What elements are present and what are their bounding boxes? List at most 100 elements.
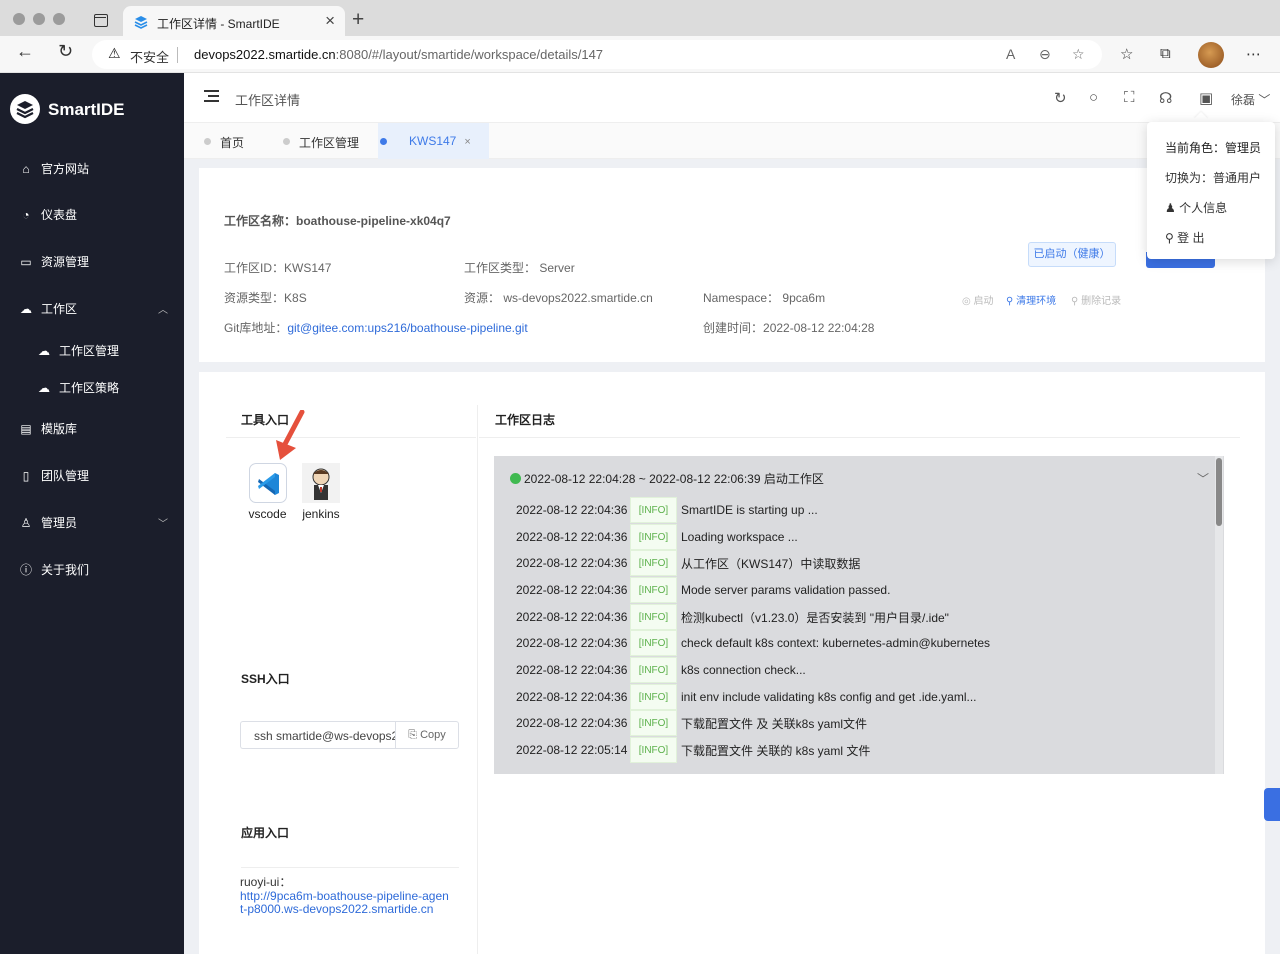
log-row: 2022-08-12 22:04:36 [INFO] 下载配置文件 及 关联k8s …: [516, 710, 867, 736]
ssh-title: SSH入口: [241, 672, 290, 686]
close-tab-icon[interactable]: ×: [464, 136, 470, 148]
user-avatar-icon[interactable]: ▣: [1199, 89, 1213, 107]
warning-icon[interactable]: ⚠: [108, 45, 121, 62]
log-timestamp: 2022-08-12 22:04:36: [516, 716, 628, 730]
new-tab-icon[interactable]: +: [352, 8, 364, 32]
log-level: [INFO]: [630, 577, 677, 603]
chevron-down-icon[interactable]: ﹀: [1197, 470, 1209, 487]
app-url-link[interactable]: http://9pca6m-boathouse-pipeline-agent-p…: [240, 889, 450, 917]
log-timestamp: 2022-08-12 22:05:14: [516, 743, 628, 757]
menu-toggle-icon[interactable]: [204, 90, 219, 102]
resource: 资源： ws-devops2022.smartide.cn: [464, 289, 653, 306]
log-row: 2022-08-12 22:04:36 [INFO] Mode server par…: [516, 577, 890, 603]
profile-item[interactable]: ♟ 个人信息: [1165, 199, 1227, 216]
sidebar-item-label: 模版库: [41, 422, 78, 436]
zoom-out-icon[interactable]: ⊖: [1039, 46, 1051, 63]
sidebar-item-workspace[interactable]: ☁ 工作区 ︿: [18, 300, 168, 317]
logout-item[interactable]: ⚲ 登 出: [1165, 229, 1204, 246]
tools-divider: [226, 437, 476, 438]
app-entry: ruoyi-ui： http://9pca6m-boathouse-pipeli…: [240, 875, 450, 917]
log-message: Loading workspace ...: [681, 530, 798, 544]
tab-workspace-manage[interactable]: 工作区管理: [281, 123, 377, 159]
user-menu-trigger[interactable]: 徐磊 ﹀: [1231, 91, 1270, 108]
reload-icon[interactable]: ↻: [58, 41, 73, 62]
vscode-icon: [248, 463, 287, 503]
column-divider: [477, 405, 478, 954]
clean-env-action[interactable]: ⚲ 清理环境: [1006, 292, 1056, 307]
tab-label: 首页: [220, 136, 245, 150]
url-field[interactable]: ⚠ 不安全 devops2022.smartide.cn:8080/#/layo…: [92, 40, 1102, 69]
app-divider: [241, 867, 459, 868]
resource-type-value: K8S: [284, 291, 307, 305]
close-window-icon[interactable]: [13, 13, 25, 25]
sidebar-item-resources[interactable]: ▭ 资源管理: [18, 253, 168, 270]
url-separator: [177, 47, 178, 63]
profile-label: 个人信息: [1179, 201, 1228, 215]
sidebar-item-team[interactable]: ▯ 团队管理: [18, 467, 168, 484]
log-level: [INFO]: [630, 710, 677, 736]
log-group-header[interactable]: 2022-08-12 22:04:28 ~ 2022-08-12 22:06:3…: [510, 470, 824, 487]
browser-titlebar: 工作区详情 - SmartIDE × +: [0, 0, 1280, 38]
tab-home[interactable]: 首页: [202, 123, 268, 159]
favorites-icon[interactable]: ☆: [1120, 45, 1133, 63]
close-tab-icon[interactable]: ×: [325, 11, 335, 31]
log-timestamp: 2022-08-12 22:04:36: [516, 556, 628, 570]
maximize-window-icon[interactable]: [53, 13, 65, 25]
collections-icon[interactable]: ⧉: [1160, 45, 1171, 62]
sidebar-item-label: 工作区: [41, 302, 78, 316]
copy-button[interactable]: ⎘ Copy: [395, 721, 459, 749]
ssh-command-field[interactable]: ssh smartide@ws-devops2022.smartide.cn: [240, 721, 395, 749]
log-level: [INFO]: [630, 550, 677, 576]
sidebar-item-admin[interactable]: ♙ 管理员 ﹀: [18, 514, 168, 531]
git-repo-link[interactable]: git@gitee.com:ups216/boathouse-pipeline.…: [287, 321, 527, 335]
tool-label: vscode: [248, 507, 287, 521]
sidebar-item-templates[interactable]: ▤ 模版库: [18, 420, 168, 437]
log-row: 2022-08-12 22:04:36 [INFO] k8s connection …: [516, 657, 806, 683]
tab-kws147[interactable]: KWS147 ×: [378, 123, 489, 159]
read-aloud-icon[interactable]: A: [1006, 46, 1015, 62]
minimize-window-icon[interactable]: [33, 13, 45, 25]
tab-overview-icon[interactable]: [94, 14, 108, 27]
sidebar-item-workspace-policy[interactable]: ☁ 工作区策略: [36, 379, 186, 396]
delete-record-action[interactable]: ⚲ 删除记录: [1071, 292, 1121, 307]
sidebar-item-website[interactable]: ⌂ 官方网站: [18, 160, 168, 177]
log-scrollbar-thumb[interactable]: [1216, 458, 1222, 526]
sidebar-item-dashboard[interactable]: ◔ 仪表盘: [18, 206, 168, 223]
log-timestamp: 2022-08-12 22:04:36: [516, 690, 628, 704]
logout-label: 登 出: [1177, 231, 1205, 245]
resource-value: ws-devops2022.smartide.cn: [503, 291, 653, 305]
start-action[interactable]: ◎ 启动: [962, 292, 994, 307]
browser-tab[interactable]: 工作区详情 - SmartIDE ×: [123, 6, 345, 38]
browser-profile-avatar[interactable]: [1198, 42, 1224, 68]
success-check-icon: [510, 473, 521, 484]
back-icon[interactable]: ←: [16, 41, 34, 62]
app-title: 应用入口: [241, 826, 290, 840]
copy-icon: ⎘: [408, 729, 418, 741]
fullscreen-icon[interactable]: ⛶: [1124, 89, 1135, 106]
refresh-icon[interactable]: ↻: [1054, 89, 1067, 107]
log-scrollbar[interactable]: [1215, 456, 1223, 774]
start-label: 启动: [973, 296, 994, 307]
smartide-logo-icon: [10, 94, 40, 124]
workspace-name-value: boathouse-pipeline-xk04q7: [296, 214, 451, 228]
sidebar-item-workspace-manage[interactable]: ☁ 工作区管理: [36, 342, 186, 359]
log-message: 检测kubectl（v1.23.0）是否安装到 "用户目录/.ide": [681, 610, 949, 625]
tool-jenkins[interactable]: jenkins: [300, 463, 342, 521]
more-icon[interactable]: ⋯: [1246, 45, 1261, 63]
log-row: 2022-08-12 22:05:14 [INFO] 下载配置文件 关联的 k8s …: [516, 737, 870, 763]
sidebar: SmartIDE ⌂ 官方网站 ◔ 仪表盘 ▭ 资源管理 ☁ 工作区 ︿ ☁ 工作区管理 ☁…: [0, 73, 184, 954]
headset-icon[interactable]: ☊: [1159, 89, 1172, 107]
search-icon[interactable]: ○: [1089, 89, 1098, 106]
switch-role-item[interactable]: 切换为：普通用户: [1165, 169, 1261, 186]
workspace-id-value: KWS147: [284, 261, 332, 275]
red-arrow-annotation: [276, 410, 305, 460]
trash-icon: ▯: [22, 468, 30, 483]
log-panel[interactable]: 2022-08-12 22:04:28 ~ 2022-08-12 22:06:3…: [494, 456, 1224, 774]
sidebar-item-about[interactable]: ⓘ 关于我们: [18, 561, 168, 578]
log-level: [INFO]: [630, 497, 677, 523]
chevron-up-icon: ︿: [158, 305, 168, 316]
workspace-name: 工作区名称：boathouse-pipeline-xk04q7: [224, 212, 451, 229]
tool-vscode[interactable]: vscode: [247, 463, 288, 521]
settings-float-button[interactable]: [1264, 788, 1280, 821]
add-favorite-icon[interactable]: ☆: [1072, 46, 1085, 63]
